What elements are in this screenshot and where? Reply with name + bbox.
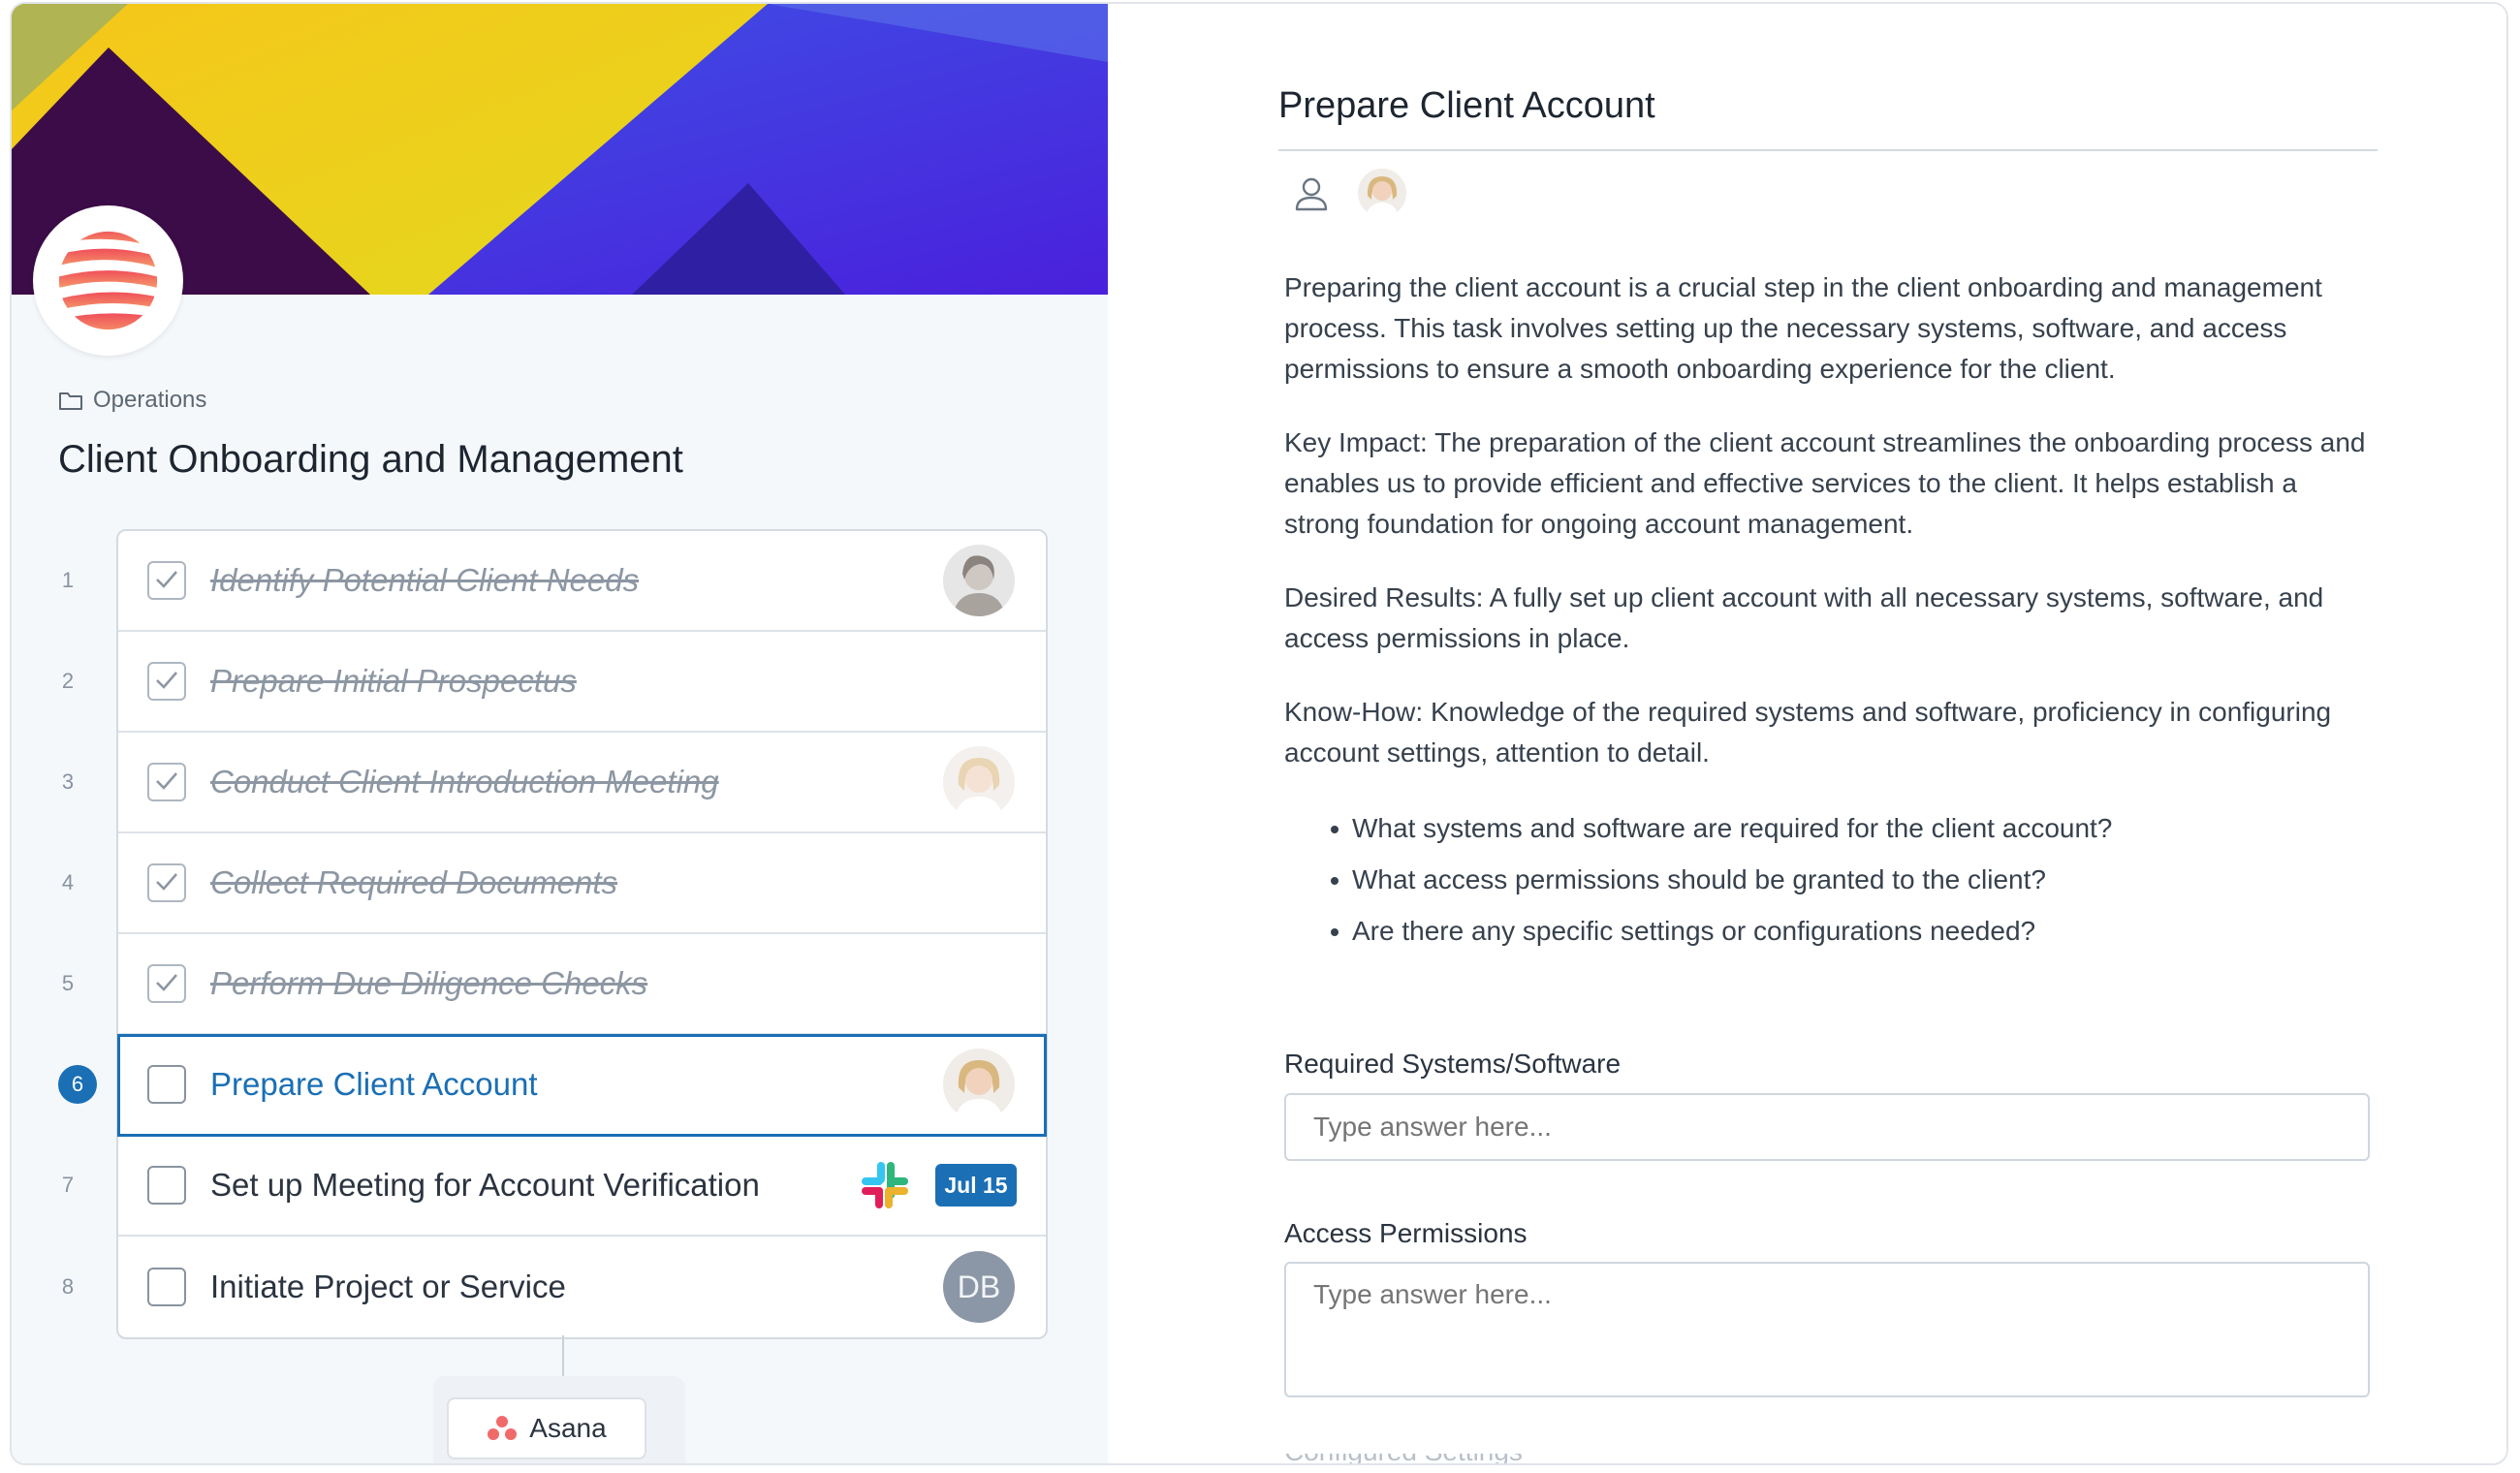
task-row[interactable]: 8 Initiate Project or Service DB	[62, 1237, 1046, 1337]
asana-button[interactable]: Asana	[447, 1397, 646, 1459]
task-number: 3	[61, 769, 75, 794]
asana-icon	[488, 1416, 518, 1440]
checkmark-icon	[156, 772, 177, 790]
task-checkbox[interactable]	[147, 763, 186, 801]
organization-logo	[33, 205, 183, 356]
task-row[interactable]: 5 Perform Due Diligence Checks	[62, 934, 1046, 1035]
checkmark-icon	[156, 571, 177, 588]
checkmark-icon	[156, 974, 177, 991]
task-row[interactable]: 3 Conduct Client Introduction Meeting	[62, 733, 1046, 833]
title-divider	[1278, 149, 2378, 151]
task-label: Perform Due Diligence Checks	[210, 965, 648, 1001]
task-number: 1	[61, 568, 75, 592]
task-number: 8	[61, 1274, 75, 1299]
task-number: 4	[61, 870, 75, 894]
breadcrumb[interactable]: Operations	[58, 386, 206, 415]
task-detail-title: Prepare Client Account	[1278, 85, 1655, 126]
breadcrumb-label: Operations	[93, 387, 207, 413]
questions-list: What systems and software are required f…	[1284, 802, 2379, 956]
assignee-avatar[interactable]	[943, 545, 1015, 616]
workflow-title: Client Onboarding and Management	[58, 438, 683, 481]
task-label: Collect Required Documents	[210, 864, 618, 900]
task-label: Identify Potential Client Needs	[210, 562, 640, 598]
question-item: What systems and software are required f…	[1284, 802, 2379, 854]
field-label-systems: Required Systems/Software	[1284, 1049, 1622, 1079]
task-row[interactable]: 4 Collect Required Documents	[62, 833, 1046, 934]
task-number: 7	[61, 1173, 75, 1197]
integration-tray: Asana	[433, 1376, 685, 1463]
task-label: Initiate Project or Service	[210, 1269, 566, 1304]
task-row[interactable]: 7 Set up Meeting for Account Verificatio…	[62, 1136, 1046, 1237]
field-label-permissions: Access Permissions	[1284, 1218, 1528, 1248]
assignee-avatar[interactable]	[943, 746, 1015, 818]
folder-icon	[59, 392, 82, 410]
assignee-avatar[interactable]	[943, 1049, 1015, 1120]
task-checkbox[interactable]	[147, 1166, 186, 1205]
slack-icon	[862, 1162, 908, 1208]
due-date-badge[interactable]: Jul 15	[935, 1164, 1017, 1207]
task-checkbox[interactable]	[147, 1065, 186, 1104]
task-list: 1 Identify Potential Client Needs 2 Prep…	[58, 529, 1048, 1339]
flow-connector	[562, 1335, 564, 1376]
question-item: Are there any specific settings or confi…	[1284, 905, 2379, 956]
task-row[interactable]: 2 Prepare Initial Prospectus	[62, 632, 1046, 733]
task-label: Set up Meeting for Account Verification	[210, 1167, 760, 1203]
assignee-avatar[interactable]	[1358, 169, 1406, 217]
task-label: Prepare Initial Prospectus	[210, 663, 577, 699]
systems-software-input[interactable]	[1284, 1093, 2370, 1161]
question-item: What access permissions should be grante…	[1284, 854, 2379, 905]
task-checkbox[interactable]	[147, 662, 186, 701]
asana-button-label: Asana	[529, 1413, 607, 1443]
task-checkbox[interactable]	[147, 561, 186, 600]
access-permissions-input[interactable]	[1284, 1262, 2370, 1397]
task-label: Prepare Client Account	[210, 1066, 538, 1102]
task-checkbox[interactable]	[147, 1268, 186, 1306]
task-row-active[interactable]: 6 Prepare Client Account	[58, 1034, 1047, 1137]
assignee-avatar[interactable]: DB	[943, 1251, 1015, 1323]
task-number: 2	[61, 669, 75, 693]
task-number: 5	[61, 971, 75, 995]
desired-results-paragraph: Desired Results: A fully set up client a…	[1284, 582, 2324, 653]
task-description: Preparing the client account is a crucia…	[1284, 267, 2379, 956]
workflow-panel: Operations Client Onboarding and Managem…	[12, 4, 1108, 1463]
task-checkbox[interactable]	[147, 964, 186, 1003]
field-label-next: Configured Settings	[1284, 1454, 1575, 1463]
checkmark-icon	[156, 873, 177, 891]
user-icon[interactable]	[1292, 174, 1331, 213]
task-label: Conduct Client Introduction Meeting	[210, 764, 719, 799]
description-paragraph: Preparing the client account is a crucia…	[1284, 272, 2322, 384]
task-checkbox[interactable]	[147, 863, 186, 902]
app-frame: Operations Client Onboarding and Managem…	[10, 2, 2508, 1465]
checkmark-icon	[156, 672, 177, 689]
know-how-paragraph: Know-How: Knowledge of the required syst…	[1284, 697, 2332, 768]
key-impact-paragraph: Key Impact: The preparation of the clien…	[1284, 427, 2366, 539]
task-row[interactable]: 1 Identify Potential Client Needs	[62, 531, 1046, 632]
active-step-badge: 6	[58, 1065, 97, 1104]
task-detail-panel: Prepare Client Account Preparing the cli…	[1108, 4, 2506, 1463]
